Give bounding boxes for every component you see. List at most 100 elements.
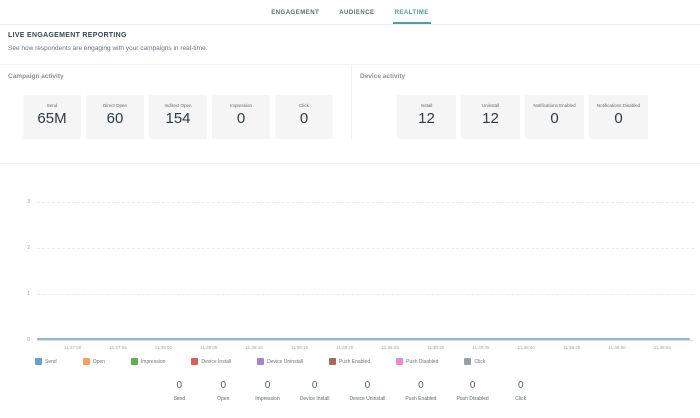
summary-label: Push Enabled bbox=[405, 396, 436, 402]
summary-value: 0 bbox=[509, 380, 533, 391]
summary-value: 0 bbox=[456, 380, 488, 391]
summary-label: Send bbox=[167, 396, 191, 402]
legend-swatch-icon bbox=[35, 358, 42, 365]
metric-card-value: 0 bbox=[275, 110, 333, 127]
x-axis-tick: 11:38:30 bbox=[413, 345, 458, 350]
campaign-activity-section: Campaign activity Send 65M Direct Open 6… bbox=[0, 65, 352, 139]
legend-label: Device Install bbox=[201, 359, 231, 365]
campaign-activity-label: Campaign activity bbox=[0, 65, 351, 80]
summary-label: Device Install bbox=[300, 396, 330, 402]
legend-item-push-enabled[interactable]: Push Enabled bbox=[329, 358, 370, 365]
metric-card-label: Indirect Open bbox=[149, 95, 207, 108]
x-axis-tick: 11:38:05 bbox=[186, 345, 231, 350]
gridline bbox=[37, 294, 694, 295]
x-axis-tick: 11:38:00 bbox=[141, 345, 186, 350]
page-title: LIVE ENGAGEMENT REPORTING bbox=[8, 32, 692, 39]
metric-card-value: 0 bbox=[212, 110, 270, 127]
summary-item-push-enabled: 0 Push Enabled bbox=[405, 380, 436, 402]
metric-card-notifications-disabled: Notifications Disabled 0 bbox=[589, 95, 648, 139]
x-axis-tick: 11:37:55 bbox=[95, 345, 140, 350]
legend-swatch-icon bbox=[131, 358, 138, 365]
legend-label: Device Uninstall bbox=[267, 359, 303, 365]
x-axis-line bbox=[37, 340, 694, 341]
metric-card-label: Notifications Enabled bbox=[525, 95, 584, 108]
y-axis-tick: 3 bbox=[0, 199, 30, 205]
page-subtitle: See how respondents are engaging with yo… bbox=[8, 45, 692, 52]
tab-realtime[interactable]: REALTIME bbox=[393, 4, 431, 24]
legend-item-open[interactable]: Open bbox=[83, 358, 105, 365]
device-cards: Install 12 Uninstall 12 Notifications En… bbox=[397, 95, 700, 139]
realtime-line-chart: 3 2 1 0 11:37:50 11:37:55 11:38:00 11:38… bbox=[0, 194, 700, 356]
summary-value: 0 bbox=[349, 380, 385, 391]
metric-card-value: 0 bbox=[589, 110, 648, 127]
x-axis-tick: 11:38:10 bbox=[231, 345, 276, 350]
metric-card-value: 60 bbox=[86, 110, 144, 127]
x-axis-tick: 11:37:50 bbox=[50, 345, 95, 350]
x-axis-tick: 11:38:45 bbox=[549, 345, 594, 350]
summary-totals-row: 0 Send 0 Open 0 Impression 0 Device Inst… bbox=[0, 380, 700, 402]
gridline-row-3: 3 bbox=[0, 202, 700, 203]
gridline-row-1: 1 bbox=[0, 294, 700, 295]
summary-label: Impression bbox=[255, 396, 279, 402]
metric-card-notifications-enabled: Notifications Enabled 0 bbox=[525, 95, 584, 139]
summary-value: 0 bbox=[255, 380, 279, 391]
metric-card-label: Send bbox=[23, 95, 81, 108]
legend-item-device-install[interactable]: Device Install bbox=[191, 358, 231, 365]
metric-card-label: Click bbox=[275, 95, 333, 108]
metric-card-label: Direct Open bbox=[86, 95, 144, 108]
campaign-cards: Send 65M Direct Open 60 Indirect Open 15… bbox=[23, 95, 351, 139]
legend-label: Open bbox=[93, 359, 105, 365]
metric-card-label: Uninstall bbox=[461, 95, 520, 108]
legend-item-device-uninstall[interactable]: Device Uninstall bbox=[257, 358, 303, 365]
device-activity-section: Device activity Install 12 Uninstall 12 … bbox=[352, 65, 700, 139]
legend-label: Send bbox=[45, 359, 57, 365]
device-activity-label: Device activity bbox=[352, 65, 700, 80]
metric-card-install: Install 12 bbox=[397, 95, 456, 139]
gridline-row-0: 0 bbox=[0, 340, 700, 341]
legend-label: Impression bbox=[141, 359, 165, 365]
summary-item-device-install: 0 Device Install bbox=[300, 380, 330, 402]
tab-engagement[interactable]: ENGAGEMENT bbox=[269, 4, 321, 24]
legend-item-send[interactable]: Send bbox=[35, 358, 57, 365]
x-axis: 11:37:50 11:37:55 11:38:00 11:38:05 11:3… bbox=[50, 345, 685, 350]
summary-item-impression: 0 Impression bbox=[255, 380, 279, 402]
metric-card-label: Impression bbox=[212, 95, 270, 108]
legend-swatch-icon bbox=[464, 358, 471, 365]
legend-swatch-icon bbox=[396, 358, 403, 365]
legend-swatch-icon bbox=[329, 358, 336, 365]
send-series-line bbox=[37, 338, 690, 340]
legend-item-push-disabled[interactable]: Push Disabled bbox=[396, 358, 438, 365]
metric-card-value: 12 bbox=[461, 110, 520, 127]
summary-item-open: 0 Open bbox=[211, 380, 235, 402]
gridline bbox=[37, 248, 694, 249]
legend-label: Push Enabled bbox=[339, 359, 370, 365]
chart-legend: Send Open Impression Device Install Devi… bbox=[35, 358, 700, 365]
summary-value: 0 bbox=[300, 380, 330, 391]
summary-item-device-uninstall: 0 Device Uninstall bbox=[349, 380, 385, 402]
metric-card-value: 12 bbox=[397, 110, 456, 127]
legend-swatch-icon bbox=[83, 358, 90, 365]
summary-item-push-disabled: 0 Push Disabled bbox=[456, 380, 488, 402]
summary-value: 0 bbox=[405, 380, 436, 391]
legend-item-click[interactable]: Click bbox=[464, 358, 485, 365]
activity-sections: Campaign activity Send 65M Direct Open 6… bbox=[0, 64, 700, 164]
metric-card-send: Send 65M bbox=[23, 95, 81, 139]
y-axis-tick: 2 bbox=[0, 245, 30, 251]
legend-swatch-icon bbox=[257, 358, 264, 365]
metric-card-indirect-open: Indirect Open 154 bbox=[149, 95, 207, 139]
legend-label: Click bbox=[474, 359, 485, 365]
metric-card-label: Notifications Disabled bbox=[589, 95, 648, 108]
x-axis-tick: 11:38:50 bbox=[594, 345, 639, 350]
tab-audience[interactable]: AUDIENCE bbox=[337, 4, 376, 24]
x-axis-tick: 11:38:20 bbox=[322, 345, 367, 350]
legend-item-impression[interactable]: Impression bbox=[131, 358, 165, 365]
metric-card-value: 0 bbox=[525, 110, 584, 127]
summary-value: 0 bbox=[167, 380, 191, 391]
x-axis-tick: 11:38:35 bbox=[458, 345, 503, 350]
gridline-row-2: 2 bbox=[0, 248, 700, 249]
metric-card-uninstall: Uninstall 12 bbox=[461, 95, 520, 139]
page-header: LIVE ENGAGEMENT REPORTING See how respon… bbox=[0, 25, 700, 52]
legend-swatch-icon bbox=[191, 358, 198, 365]
gridline bbox=[37, 202, 694, 203]
x-axis-tick: 11:38:40 bbox=[504, 345, 549, 350]
